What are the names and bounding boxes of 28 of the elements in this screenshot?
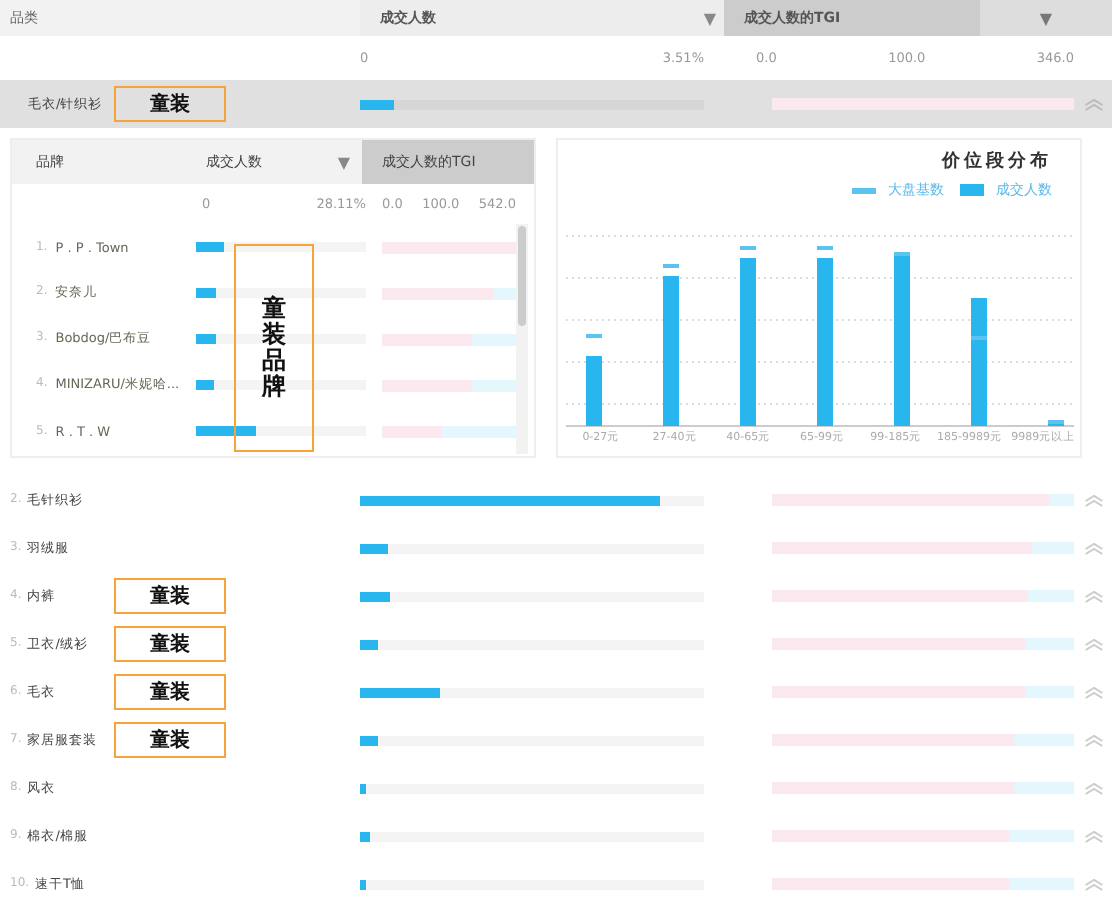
collapse-icon[interactable] bbox=[1083, 685, 1103, 699]
collapse-icon[interactable] bbox=[1083, 541, 1103, 555]
collapse-icon[interactable] bbox=[1083, 829, 1103, 843]
collapse-icon[interactable] bbox=[1083, 637, 1103, 651]
baseline-marker bbox=[971, 336, 987, 340]
collapse-icon[interactable] bbox=[1083, 877, 1103, 891]
collapse-icon[interactable] bbox=[1083, 589, 1103, 603]
baseline-marker bbox=[586, 334, 602, 338]
annotation-label: 童装 bbox=[114, 722, 226, 758]
annotation-label: 童装 bbox=[114, 578, 226, 614]
baseline-marker bbox=[1048, 420, 1064, 424]
baseline-marker bbox=[894, 252, 910, 256]
baseline-marker bbox=[817, 246, 833, 250]
annotation-label: 童装 bbox=[114, 626, 226, 662]
collapse-icon[interactable] bbox=[1083, 97, 1103, 111]
baseline-marker bbox=[663, 264, 679, 268]
collapse-icon[interactable] bbox=[1083, 733, 1103, 747]
chart-title: 价位段分布 bbox=[942, 149, 1052, 174]
collapse-icon[interactable] bbox=[1083, 493, 1103, 507]
legend-bar-icon bbox=[960, 184, 984, 196]
scrollbar-thumb[interactable] bbox=[518, 226, 526, 326]
collapse-icon[interactable] bbox=[1083, 781, 1103, 795]
annotation-label: 童装品牌 bbox=[234, 244, 314, 452]
bar bbox=[971, 298, 987, 426]
annotation-label: 童装 bbox=[114, 674, 226, 710]
baseline-marker bbox=[740, 246, 756, 250]
annotation-label: 童装 bbox=[114, 86, 226, 122]
bar bbox=[586, 356, 602, 426]
